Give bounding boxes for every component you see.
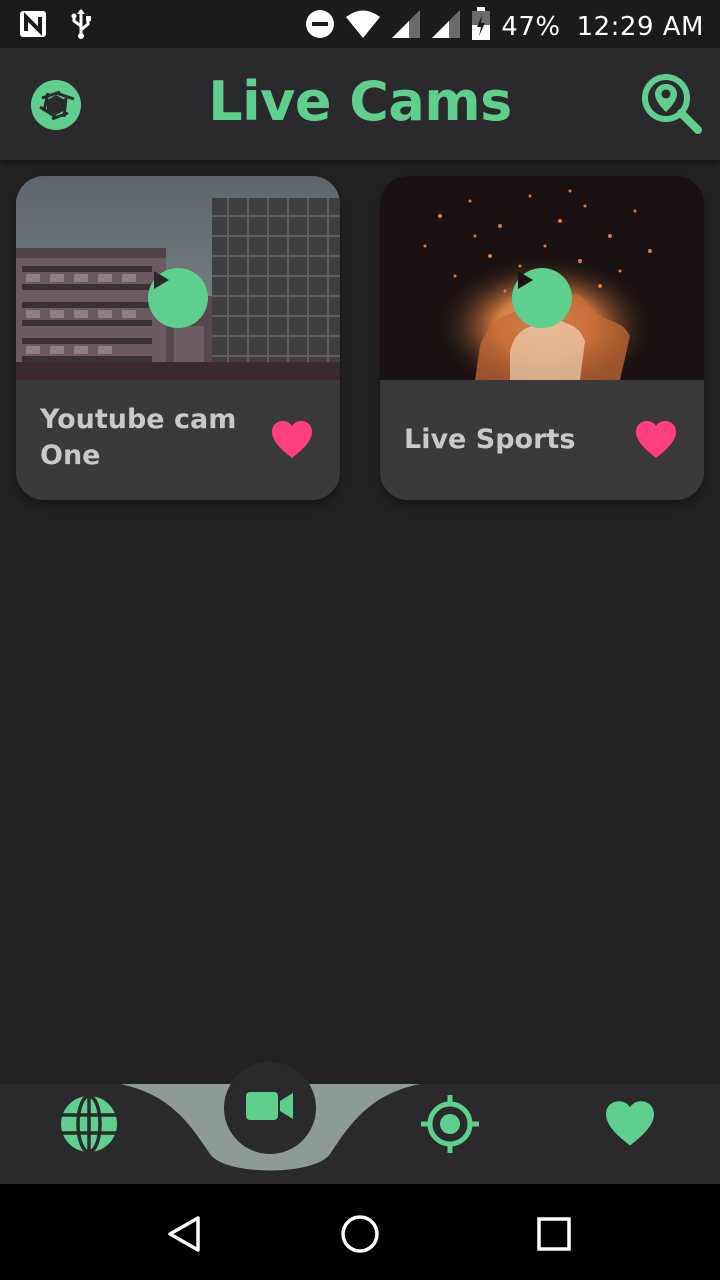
video-camera-icon — [246, 1090, 294, 1127]
recents-icon[interactable] — [532, 1212, 576, 1256]
globe-icon — [59, 1093, 119, 1159]
heart-icon — [603, 1100, 657, 1153]
wifi-icon — [345, 9, 381, 44]
nav-favorites[interactable] — [598, 1094, 662, 1158]
play-button[interactable] — [148, 268, 208, 328]
system-nav-bar — [0, 1184, 720, 1280]
cam-card[interactable]: Live Sports — [380, 176, 704, 500]
status-bar: 47% 12:29 AM — [0, 0, 720, 48]
clock: 12:29 AM — [576, 11, 704, 42]
battery-icon — [471, 7, 491, 46]
favorite-heart-icon[interactable] — [634, 420, 678, 460]
crosshair-icon — [420, 1094, 480, 1159]
favorite-heart-icon[interactable] — [270, 420, 314, 460]
bottom-nav — [0, 1062, 720, 1184]
back-icon[interactable] — [162, 1212, 206, 1256]
cam-title: Youtube cam One — [40, 404, 237, 471]
battery-percent: 47% — [501, 11, 561, 42]
status-bar-right: 47% 12:29 AM — [305, 7, 704, 46]
app-bar: Live Cams — [0, 48, 720, 160]
home-icon[interactable] — [338, 1212, 382, 1256]
page-title: Live Cams — [208, 70, 512, 133]
signal-icon — [391, 9, 421, 44]
cam-title: Live Sports — [404, 424, 576, 455]
location-search-icon[interactable] — [640, 72, 704, 136]
play-button[interactable] — [512, 268, 572, 328]
status-bar-left — [18, 8, 92, 45]
nav-globe[interactable] — [57, 1093, 121, 1159]
n-notification-icon — [18, 9, 48, 44]
nav-nearby[interactable] — [418, 1094, 482, 1158]
usb-icon — [70, 8, 92, 45]
do-not-disturb-icon — [305, 9, 335, 44]
city-buildings-image[interactable] — [16, 176, 340, 380]
signal-icon-2 — [431, 9, 461, 44]
cam-card[interactable]: Youtube cam One — [16, 176, 340, 500]
nav-live-cams[interactable] — [224, 1062, 316, 1154]
fire-sparks-image[interactable] — [380, 176, 704, 380]
